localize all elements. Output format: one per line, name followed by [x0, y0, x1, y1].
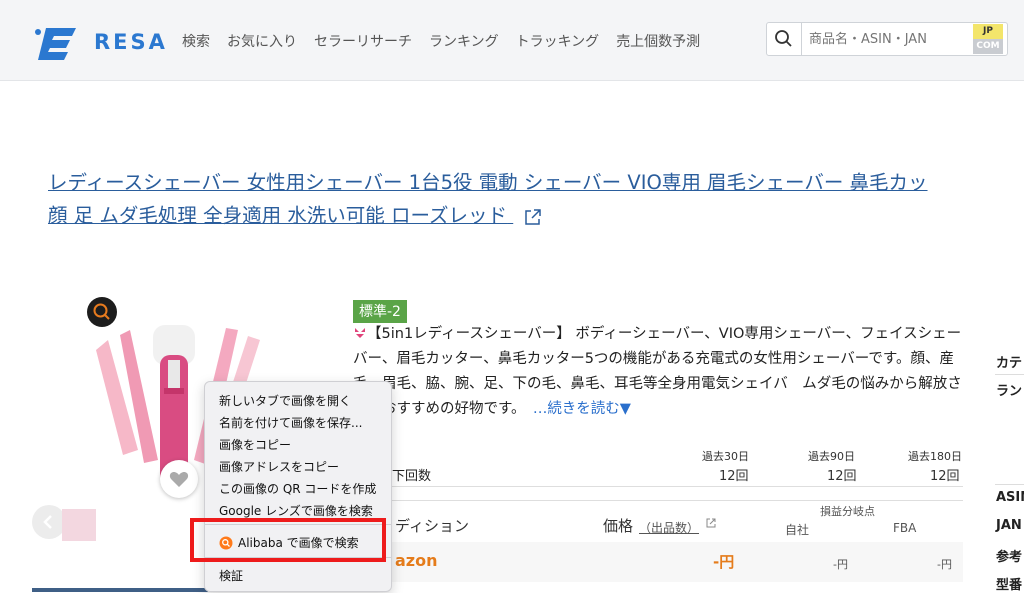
logo-mark-icon — [35, 28, 76, 60]
locale-jp[interactable]: JP — [973, 24, 1003, 39]
sidebar-ranking-label: ラン — [996, 384, 1023, 399]
grade-badge: 標準-2 — [353, 300, 407, 323]
offer-price: -円 — [713, 553, 735, 571]
sidebar-divider — [995, 484, 1024, 485]
favorite-button[interactable] — [160, 460, 198, 498]
annotation-highlight-box — [190, 518, 386, 562]
description-text: 【5in1レディースシェーバー】 ボディーシェーバー、VIO専用シェーバー、フェ… — [353, 326, 962, 417]
sidebar-jan-label: JAN — [996, 518, 1022, 533]
image-tab-indicator — [32, 588, 208, 592]
search-button[interactable] — [767, 23, 802, 55]
external-link-icon[interactable] — [523, 207, 543, 227]
chevron-left-icon — [43, 515, 52, 529]
menu-create-qr-code[interactable]: この画像の QR コードを作成 — [219, 480, 376, 497]
nav-sales-forecast[interactable]: 売上個数予測 — [616, 31, 700, 51]
main-nav: 検索 お気に入り セラーリサーチ ランキング トラッキング 売上個数予測 — [182, 31, 717, 51]
search-box: JP COM — [766, 22, 1008, 56]
nav-seller-research[interactable]: セラーリサーチ — [314, 31, 412, 51]
col-self: 自社 — [785, 523, 810, 537]
table-row — [353, 542, 963, 582]
bikini-emoji-icon — [355, 328, 365, 338]
menu-copy-image[interactable]: 画像をコピー — [219, 436, 291, 453]
sidebar-model-label: 型番 — [996, 578, 1023, 593]
product-description: 【5in1レディースシェーバー】 ボディーシェーバー、VIO専用シェーバー、フェ… — [353, 322, 963, 422]
image-thumbnail[interactable] — [62, 509, 96, 541]
period-180: 過去180日 — [908, 450, 962, 463]
zoom-button[interactable] — [87, 297, 117, 327]
read-more-link[interactable]: …続きを読む▼ — [533, 401, 631, 417]
product-title-line1[interactable]: レディースシェーバー 女性用シェーバー 1台5役 電動 シェーバー VIO専用 … — [48, 166, 1024, 199]
zoom-icon — [93, 303, 110, 320]
menu-google-lens[interactable]: Google レンズで画像を検索 — [219, 502, 373, 519]
count-90: 12回 — [827, 469, 857, 484]
nav-search[interactable]: 検索 — [182, 31, 210, 51]
resa-logo[interactable]: RESA — [32, 18, 165, 68]
sidebar-reference-label: 参考 — [996, 550, 1023, 565]
menu-open-image-new-tab[interactable]: 新しいタブで画像を開く — [219, 392, 351, 409]
breakeven-header: 損益分岐点 — [820, 505, 875, 518]
menu-save-image-as[interactable]: 名前を付けて画像を保存... — [219, 414, 362, 431]
menu-inspect[interactable]: 検証 — [219, 567, 243, 584]
menu-copy-image-address[interactable]: 画像アドレスをコピー — [219, 458, 339, 475]
period-30: 過去30日 — [702, 450, 749, 463]
col-fba: FBA — [893, 521, 917, 535]
nav-ranking[interactable]: ランキング — [429, 31, 499, 51]
search-input[interactable] — [803, 23, 971, 55]
fba-breakeven: -円 — [937, 558, 952, 571]
product-title-line2[interactable]: 顔 足 ムダ毛処理 全身適用 水洗い可能 ローズレッド — [48, 199, 543, 232]
period-90: 過去90日 — [808, 450, 855, 463]
table-top-divider — [353, 500, 963, 501]
col-price: 価格 — [603, 517, 634, 535]
external-link-icon[interactable] — [705, 517, 717, 529]
count-30: 12回 — [719, 469, 749, 484]
prev-image-button[interactable] — [32, 505, 66, 539]
locale-switch[interactable]: JP COM — [973, 24, 1003, 54]
nav-tracking[interactable]: トラッキング — [516, 31, 600, 51]
self-breakeven: -円 — [833, 558, 848, 571]
search-icon — [775, 30, 792, 47]
nav-favorites[interactable]: お気に入り — [227, 31, 297, 51]
locale-com[interactable]: COM — [973, 39, 1003, 54]
sidebar-divider — [995, 374, 1024, 375]
top-header: RESA 検索 お気に入り セラーリサーチ ランキング トラッキング 売上個数予… — [0, 0, 1024, 81]
product-title-text[interactable]: 顔 足 ムダ毛処理 全身適用 水洗い可能 ローズレッド — [48, 204, 507, 227]
col-condition: ディション — [395, 517, 469, 535]
ranking-divider — [353, 486, 963, 487]
seller-name[interactable]: azon — [395, 551, 438, 570]
logo-text: RESA — [94, 30, 168, 54]
heart-icon — [169, 472, 189, 487]
sidebar-asin-label: ASIN — [996, 490, 1024, 505]
col-seller-count[interactable]: （出品数） — [639, 519, 699, 536]
count-180: 12回 — [930, 469, 960, 484]
sidebar-category-label: カテ — [996, 356, 1023, 371]
